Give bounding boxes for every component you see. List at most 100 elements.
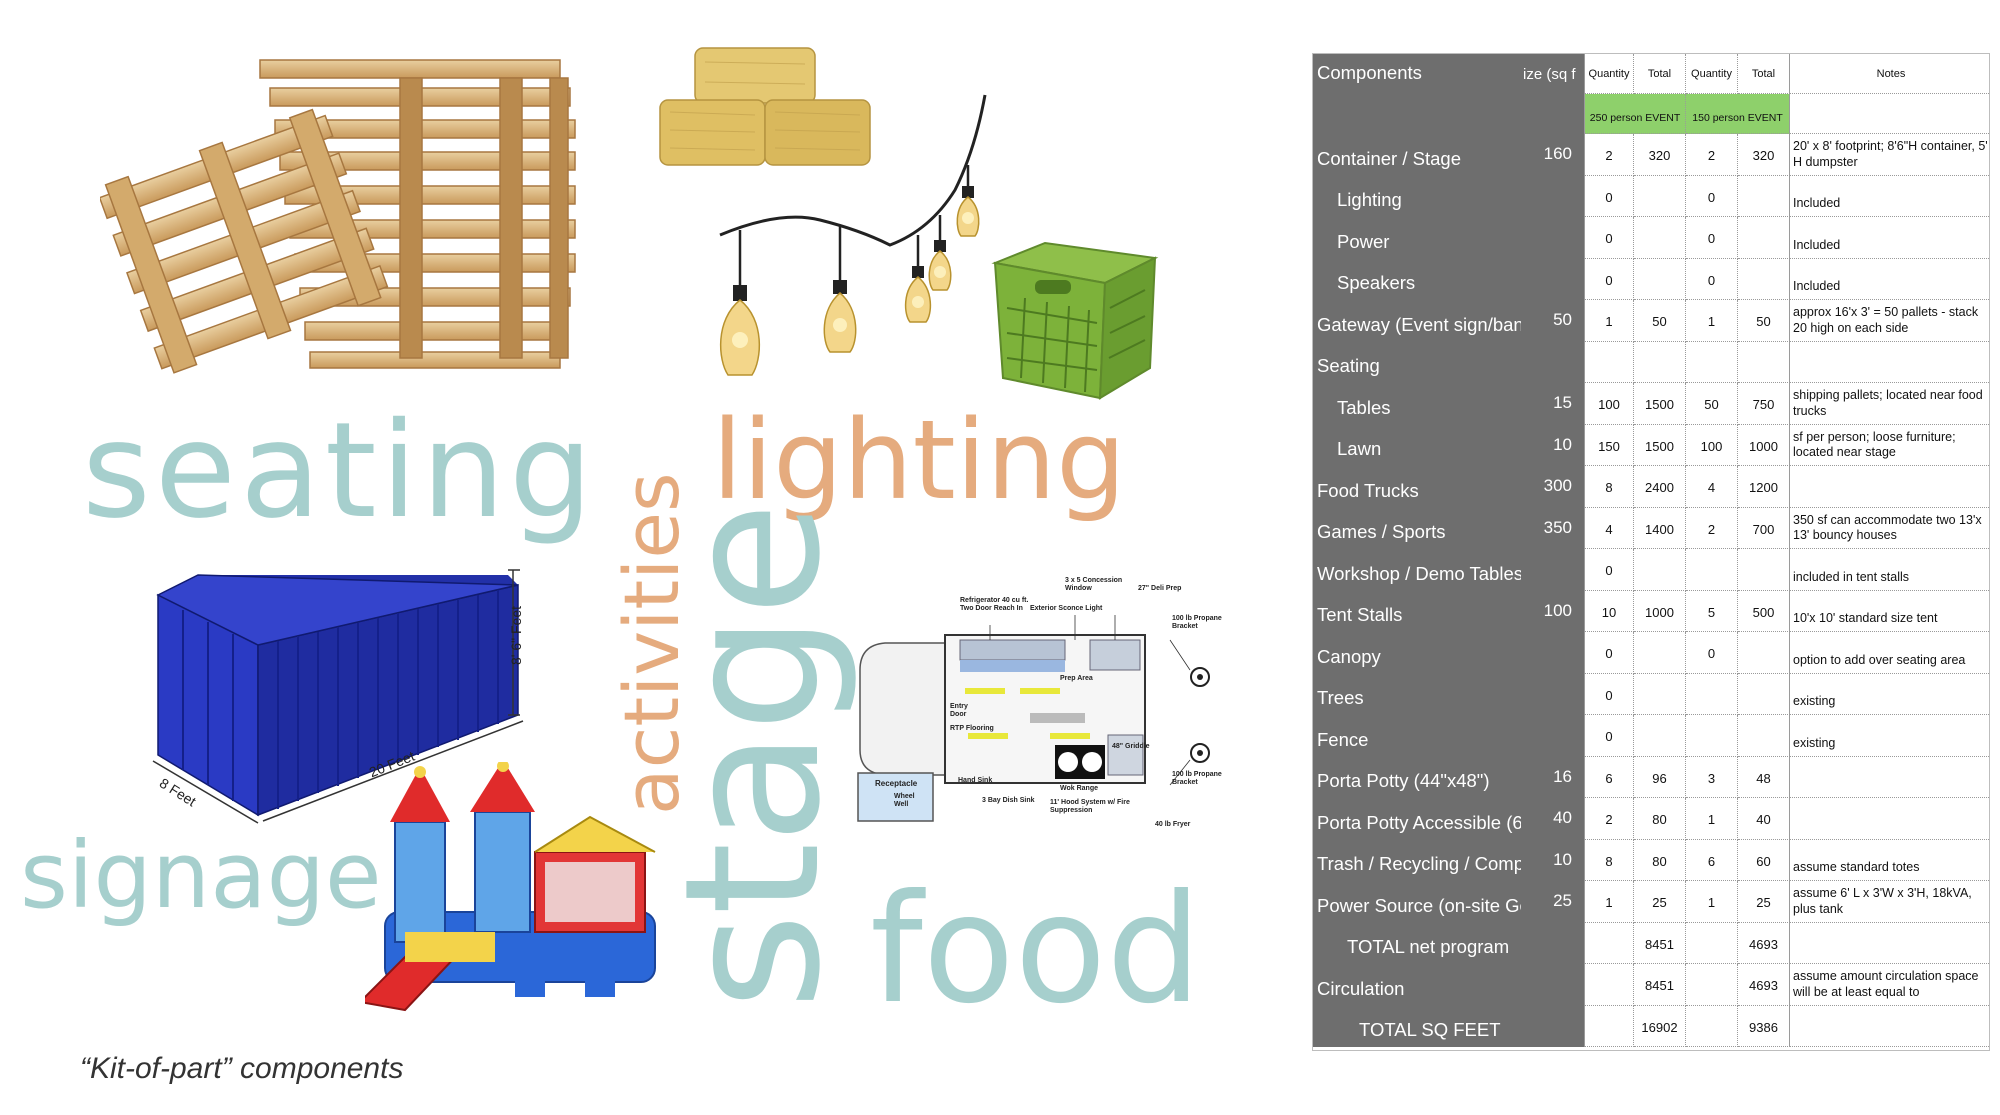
component-name-text: Power — [1337, 230, 1390, 252]
row-size — [1521, 217, 1584, 259]
row-quantity-250 — [1584, 922, 1634, 964]
table-row: Power Source (on-site Ge 25 1 25 1 25 assume 6… — [1313, 881, 1989, 923]
row-size — [1521, 1005, 1584, 1047]
row-total-150 — [1738, 341, 1790, 383]
component-name-text: Workshop / Demo Tables — [1317, 562, 1521, 584]
table-row: Porta Potty (44"x48") 16 6 96 3 48 — [1313, 756, 1989, 798]
component-name-text: Trash / Recycling / Comp — [1317, 853, 1521, 874]
row-total-250 — [1634, 715, 1686, 757]
table-header-row: Components ize (sq f Quantity Total Quan… — [1313, 54, 1989, 94]
row-size — [1521, 175, 1584, 217]
table-row: Lawn 10 150 1500 100 1000 sf per person; loose… — [1313, 424, 1989, 466]
row-total-250 — [1634, 217, 1686, 259]
row-component-name: Trash / Recycling / Comp — [1313, 839, 1521, 881]
row-component-name: TOTAL SQ FEET — [1313, 1005, 1521, 1047]
kit-of-part-caption: “Kit-of-part” components — [80, 1052, 404, 1085]
note-text: option to add over seating area — [1793, 652, 1966, 667]
row-total-150: 4693 — [1738, 922, 1790, 964]
table-row: Fence 0 existing — [1313, 715, 1989, 757]
row-note — [1790, 466, 1989, 508]
row-quantity-250: 100 — [1584, 383, 1634, 425]
pallets-image — [100, 59, 576, 374]
row-note: approx 16'x 3' = 50 pallets - stack 20 h… — [1790, 300, 1989, 342]
row-size — [1521, 964, 1584, 1006]
component-name-text: Porta Potty Accessible (6: — [1317, 811, 1521, 833]
component-name-text: TOTAL SQ FEET — [1359, 1019, 1501, 1040]
component-name-text: Lighting — [1337, 189, 1402, 210]
truck-label-propane-bottom: 100 lb Propane Bracket — [1172, 771, 1222, 786]
row-quantity-150: 0 — [1686, 175, 1738, 217]
row-total-150 — [1738, 715, 1790, 757]
row-component-name: Seating — [1313, 341, 1521, 383]
note-text: Included — [1793, 196, 1841, 211]
truck-label-entry-door: Entry Door — [950, 703, 968, 718]
event-row-note — [1790, 94, 1989, 134]
row-quantity-150 — [1686, 341, 1738, 383]
row-total-250 — [1634, 341, 1686, 383]
truck-label-fryer: 40 lb Fryer — [1155, 821, 1191, 828]
row-total-250 — [1634, 549, 1686, 591]
row-quantity-150: 4 — [1686, 466, 1738, 508]
table-event-row: 250 person EVENT 150 person EVENT — [1313, 94, 1989, 134]
row-quantity-250: 6 — [1584, 756, 1634, 798]
table-row: TOTAL SQ FEET 16902 9386 — [1313, 1005, 1989, 1047]
table-row: Workshop / Demo Tables 0 included in tent … — [1313, 549, 1989, 591]
row-total-250: 320 — [1634, 134, 1686, 176]
milk-crate-image — [991, 241, 1159, 400]
row-component-name: Trees — [1313, 673, 1521, 715]
header-notes: Notes — [1790, 54, 1989, 94]
row-total-150 — [1738, 175, 1790, 217]
truck-label-wheel-well: Wheel Well — [894, 793, 915, 808]
component-name-text: Tables — [1337, 396, 1391, 418]
row-note: option to add over seating area — [1790, 632, 1989, 674]
truck-label-deli: 27" Deli Prep — [1138, 585, 1182, 592]
table-row: Power 0 0 Included — [1313, 217, 1989, 259]
table-row: Seating — [1313, 341, 1989, 383]
row-size — [1521, 673, 1584, 715]
truck-label-propane-top: 100 lb Propane Bracket — [1172, 615, 1222, 630]
component-name-text: Canopy — [1317, 645, 1381, 667]
table-row: Lighting 0 0 Included — [1313, 175, 1989, 217]
note-text: included in tent stalls — [1793, 569, 1910, 584]
truck-label-concession: 3 x 5 Concession Window — [1065, 577, 1123, 592]
row-note: 20' x 8' footprint; 8'6"H container, 5' … — [1790, 134, 1989, 176]
row-total-150: 4693 — [1738, 964, 1790, 1006]
row-quantity-250 — [1584, 964, 1634, 1006]
component-name-text: Seating — [1317, 355, 1380, 376]
note-text: shipping pallets; located near food truc… — [1793, 388, 1983, 418]
component-name-text: Trees — [1317, 687, 1364, 708]
row-note: assume 6' L x 3'W x 3'H, 18kVA, plus tan… — [1790, 881, 1989, 923]
row-quantity-150: 1 — [1686, 798, 1738, 840]
row-size: 10 — [1521, 424, 1584, 466]
row-quantity-250: 150 — [1584, 424, 1634, 466]
table-row: Porta Potty Accessible (6: 40 2 80 1 40 — [1313, 798, 1989, 840]
row-quantity-250: 8 — [1584, 839, 1634, 881]
row-quantity-150: 2 — [1686, 134, 1738, 176]
row-total-150: 750 — [1738, 383, 1790, 425]
note-text: assume standard totes — [1793, 860, 1920, 875]
row-component-name: TOTAL net program — [1313, 922, 1521, 964]
row-size: 16 — [1521, 756, 1584, 798]
row-quantity-150 — [1686, 922, 1738, 964]
row-note: sf per person; loose furniture; located … — [1790, 425, 1989, 466]
note-text: assume 6' L x 3'W x 3'H, 18kVA, plus tan… — [1793, 886, 1972, 916]
note-text: existing — [1793, 694, 1836, 709]
component-name-text: Games / Sports — [1317, 521, 1446, 542]
row-note: assume amount circulation space will be … — [1790, 964, 1989, 1006]
component-name-text: Gateway (Event sign/bann — [1317, 313, 1521, 335]
table-row: Trash / Recycling / Comp 10 8 80 6 60 assume s… — [1313, 839, 1989, 881]
row-total-150: 40 — [1738, 798, 1790, 840]
row-total-250: 50 — [1634, 300, 1686, 342]
note-text: Included — [1793, 279, 1841, 294]
row-component-name: Lawn — [1313, 424, 1521, 466]
row-size — [1521, 715, 1584, 757]
row-note: assume standard totes — [1790, 840, 1989, 881]
row-note — [1790, 798, 1989, 840]
row-quantity-250: 0 — [1584, 715, 1634, 757]
row-total-250: 1500 — [1634, 383, 1686, 425]
row-component-name: Speakers — [1313, 258, 1521, 300]
row-quantity-250: 4 — [1584, 507, 1634, 549]
note-text: 20' x 8' footprint; 8'6"H container, 5' … — [1793, 139, 1988, 169]
row-quantity-150 — [1686, 1005, 1738, 1047]
row-size — [1521, 258, 1584, 300]
